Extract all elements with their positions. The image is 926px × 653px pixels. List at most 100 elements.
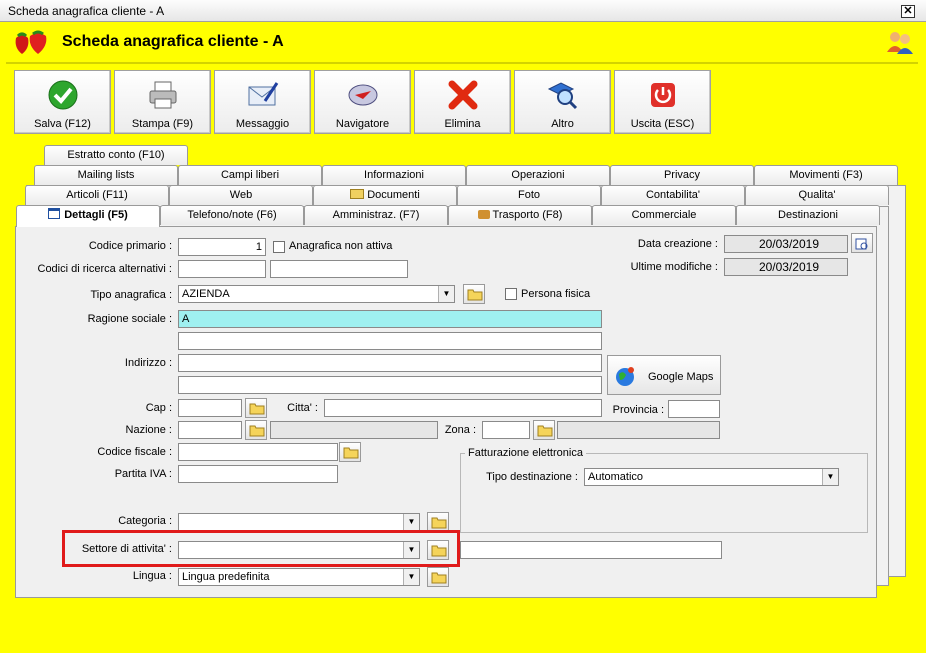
chevron-down-icon[interactable]: ▼	[438, 286, 454, 302]
calendar-search-icon	[855, 238, 868, 250]
ragione-sociale-input[interactable]: A	[178, 310, 602, 328]
close-button[interactable]: ✕	[901, 5, 915, 18]
nazione-label: Nazione :	[125, 424, 172, 436]
message-button[interactable]: Messaggio	[214, 70, 311, 134]
zona-folder-button[interactable]	[533, 420, 555, 440]
tab-movimenti[interactable]: Movimenti (F3)	[754, 165, 898, 185]
provincia-input[interactable]	[668, 400, 720, 418]
tipo-anagrafica-folder-button[interactable]	[463, 284, 485, 304]
zona-input[interactable]	[482, 421, 530, 439]
tab-qualita[interactable]: Qualita'	[745, 185, 889, 205]
ragione-sociale-2-input[interactable]	[178, 332, 602, 350]
delete-label: Elimina	[444, 118, 481, 130]
codice-primario-label: Codice primario :	[88, 240, 172, 252]
users-icon[interactable]	[886, 30, 914, 57]
lingua-folder-button[interactable]	[427, 567, 449, 587]
chevron-down-icon[interactable]: ▼	[403, 569, 419, 585]
exit-label: Uscita (ESC)	[630, 118, 695, 130]
ultime-modifiche-value: 20/03/2019	[724, 258, 848, 276]
categoria-select[interactable]: ▼	[178, 513, 420, 531]
compass-icon	[348, 84, 378, 106]
google-maps-button[interactable]: Google Maps	[607, 355, 721, 395]
persona-fisica-label: Persona fisica	[521, 288, 591, 300]
folder-icon	[343, 447, 359, 459]
tab-web[interactable]: Web	[169, 185, 313, 205]
tab-informazioni[interactable]: Informazioni	[322, 165, 466, 185]
more-button[interactable]: Altro	[514, 70, 611, 134]
codice-fiscale-folder-button[interactable]	[339, 442, 361, 462]
tipo-destinazione-select[interactable]: Automatico ▼	[584, 468, 839, 486]
navigator-label: Navigatore	[335, 118, 390, 130]
book-magnifier-icon	[547, 82, 578, 110]
codice-ricerca-2-input[interactable]	[270, 260, 408, 278]
tab-amministraz[interactable]: Amministraz. (F7)	[304, 205, 448, 225]
more-label: Altro	[551, 118, 574, 130]
cap-label: Cap :	[145, 402, 172, 414]
folder-icon	[537, 425, 553, 437]
indirizzo-2-input[interactable]	[178, 376, 602, 394]
tab-articoli[interactable]: Articoli (F11)	[25, 185, 169, 205]
nazione-folder-button[interactable]	[245, 420, 267, 440]
codice-ricerca-1-input[interactable]	[178, 260, 266, 278]
tab-mailing-lists[interactable]: Mailing lists	[34, 165, 178, 185]
tab-destinazioni[interactable]: Destinazioni	[736, 205, 880, 225]
chevron-down-icon[interactable]: ▼	[403, 514, 419, 530]
persona-fisica-checkbox[interactable]	[505, 288, 517, 300]
data-creazione-value: 20/03/2019	[724, 235, 848, 253]
tab-contabilita[interactable]: Contabilita'	[601, 185, 745, 205]
codice-primario-input[interactable]: 1	[178, 238, 266, 256]
delete-button[interactable]: Elimina	[414, 70, 511, 134]
globe-icon	[616, 367, 634, 386]
save-label: Salva (F12)	[34, 118, 91, 130]
provincia-label: Provincia :	[612, 404, 664, 416]
fatturazione-title: Fatturazione elettronica	[465, 447, 586, 459]
chevron-down-icon[interactable]: ▼	[822, 469, 838, 485]
exit-button[interactable]: Uscita (ESC)	[614, 70, 711, 134]
anagrafica-non-attiva-checkbox[interactable]	[273, 241, 285, 253]
partita-iva-input[interactable]	[178, 465, 338, 483]
tab-dettagli[interactable]: Dettagli (F5)	[16, 205, 160, 227]
nazione-description	[270, 421, 438, 439]
tab-telefono-note[interactable]: Telefono/note (F6)	[160, 205, 304, 225]
tipo-anagrafica-select[interactable]: AZIENDA ▼	[178, 285, 455, 303]
cap-input[interactable]	[178, 399, 242, 417]
anagrafica-non-attiva-label: Anagrafica non attiva	[289, 240, 393, 252]
navigator-button[interactable]: Navigatore	[314, 70, 411, 134]
print-button[interactable]: Stampa (F9)	[114, 70, 211, 134]
indirizzo-input[interactable]	[178, 354, 602, 372]
settore-description-input[interactable]	[460, 541, 722, 559]
tipo-anagrafica-label: Tipo anagrafica :	[90, 289, 172, 301]
zona-description	[557, 421, 720, 439]
tab-estratto-conto[interactable]: Estratto conto (F10)	[44, 145, 188, 165]
print-label: Stampa (F9)	[131, 118, 194, 130]
tab-documenti[interactable]: Documenti	[313, 185, 457, 205]
tab-privacy[interactable]: Privacy	[610, 165, 754, 185]
codice-fiscale-input[interactable]	[178, 443, 338, 461]
citta-input[interactable]	[324, 399, 602, 417]
tab-foto[interactable]: Foto	[457, 185, 601, 205]
tab-trasporto[interactable]: Trasporto (F8)	[448, 205, 592, 225]
ultime-modifiche-label: Ultime modifiche :	[630, 261, 718, 273]
calendar-button[interactable]	[851, 233, 873, 253]
tipo-anagrafica-value: AZIENDA	[182, 288, 230, 300]
tab-commerciale[interactable]: Commerciale	[592, 205, 736, 225]
page-title: Scheda anagrafica cliente - A	[62, 33, 284, 50]
partita-iva-label: Partita IVA :	[114, 468, 172, 480]
tab-campi-liberi[interactable]: Campi liberi	[178, 165, 322, 185]
nazione-input[interactable]	[178, 421, 242, 439]
check-icon	[48, 80, 78, 110]
folder-icon	[350, 189, 365, 199]
power-icon	[651, 83, 675, 107]
tab-operazioni[interactable]: Operazioni	[466, 165, 610, 185]
window-icon	[48, 208, 61, 219]
cap-folder-button[interactable]	[245, 398, 267, 418]
fatturazione-group	[460, 453, 868, 533]
folder-icon	[431, 517, 447, 529]
save-button[interactable]: Salva (F12)	[14, 70, 111, 134]
tab-trasporto-label: Trasporto (F8)	[492, 209, 563, 221]
lingua-value: Lingua predefinita	[182, 571, 270, 583]
tab-dettagli-label: Dettagli (F5)	[64, 209, 128, 221]
categoria-folder-button[interactable]	[427, 512, 449, 532]
folder-icon	[467, 289, 483, 301]
lingua-select[interactable]: Lingua predefinita ▼	[178, 568, 420, 586]
